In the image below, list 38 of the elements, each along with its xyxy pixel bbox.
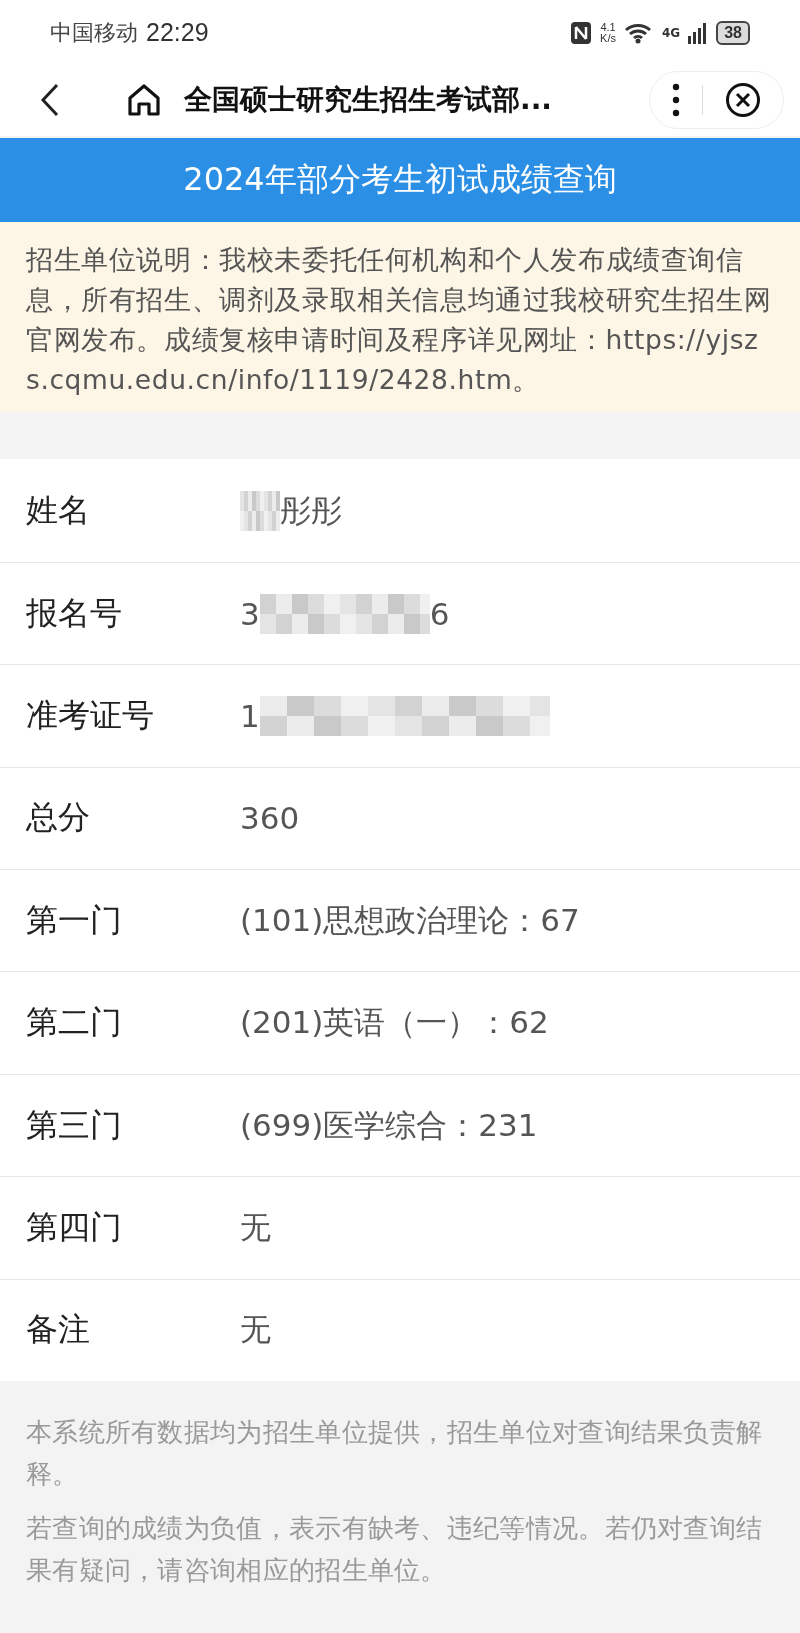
- field-label: 第一门: [26, 899, 123, 941]
- field-label: 第四门: [26, 1206, 123, 1248]
- page-title: 全国硕士研究生招生考试部...: [184, 82, 553, 119]
- home-icon[interactable]: [127, 83, 161, 118]
- nfc-icon: [570, 20, 593, 45]
- notice-text: 招生单位说明：我校未委托任何机构和个人发布成绩查询信息，所有招生、调剂及录取相关信息均通过我校研究生招生网官网发布。成绩复核申请时间及程序详见网址：https://yjszs.cqmu.edu.cn/info/1119/2428.htm。: [26, 243, 773, 398]
- network-type: 4G: [662, 25, 681, 40]
- field-value: 无: [240, 1310, 271, 1350]
- field-value: 3: [240, 595, 260, 632]
- carrier-text: 中国移动: [50, 18, 138, 47]
- close-icon[interactable]: [725, 82, 761, 119]
- field-label: 报名号: [26, 592, 123, 634]
- field-value: 6: [429, 595, 450, 632]
- mosaic-drawing: [240, 490, 280, 531]
- speed-unit: K/s: [600, 32, 616, 44]
- field-label: 第二门: [26, 1002, 123, 1044]
- back-icon[interactable]: [40, 83, 60, 118]
- field-label: 备注: [26, 1309, 91, 1351]
- footer-note: 若查询的成绩为负值，表示有缺考、违纪等情况。若仍对查询结果有疑问，请咨询相应的招生单位。: [26, 1512, 764, 1587]
- field-value: (201)英语（一）：62: [240, 1003, 549, 1043]
- signal-icon: [688, 21, 709, 44]
- footer-note: 本系统所有数据均为招生单位提供，招生单位对查询结果负责解释。: [26, 1416, 764, 1491]
- field-value: 无: [240, 1207, 271, 1247]
- more-icon[interactable]: [672, 82, 680, 119]
- field-value: (101)思想政治理论：67: [240, 900, 580, 940]
- wifi-icon: [624, 21, 654, 44]
- field-value: (699)医学综合：231: [240, 1105, 538, 1145]
- battery-indicator: 38: [716, 20, 750, 45]
- clock-text: 22:29: [146, 18, 209, 48]
- field-value: 彤彤: [280, 490, 342, 530]
- field-label: 总分: [26, 797, 91, 839]
- field-label: 第三门: [26, 1104, 123, 1146]
- field-label: 姓名: [26, 489, 91, 531]
- field-label: 准考证号: [26, 694, 155, 736]
- banner-title: 2024年部分考生初试成绩查询: [183, 159, 617, 200]
- field-value: 360: [240, 800, 300, 837]
- speed-value: 4.1: [600, 21, 616, 33]
- field-value: 1: [240, 697, 260, 734]
